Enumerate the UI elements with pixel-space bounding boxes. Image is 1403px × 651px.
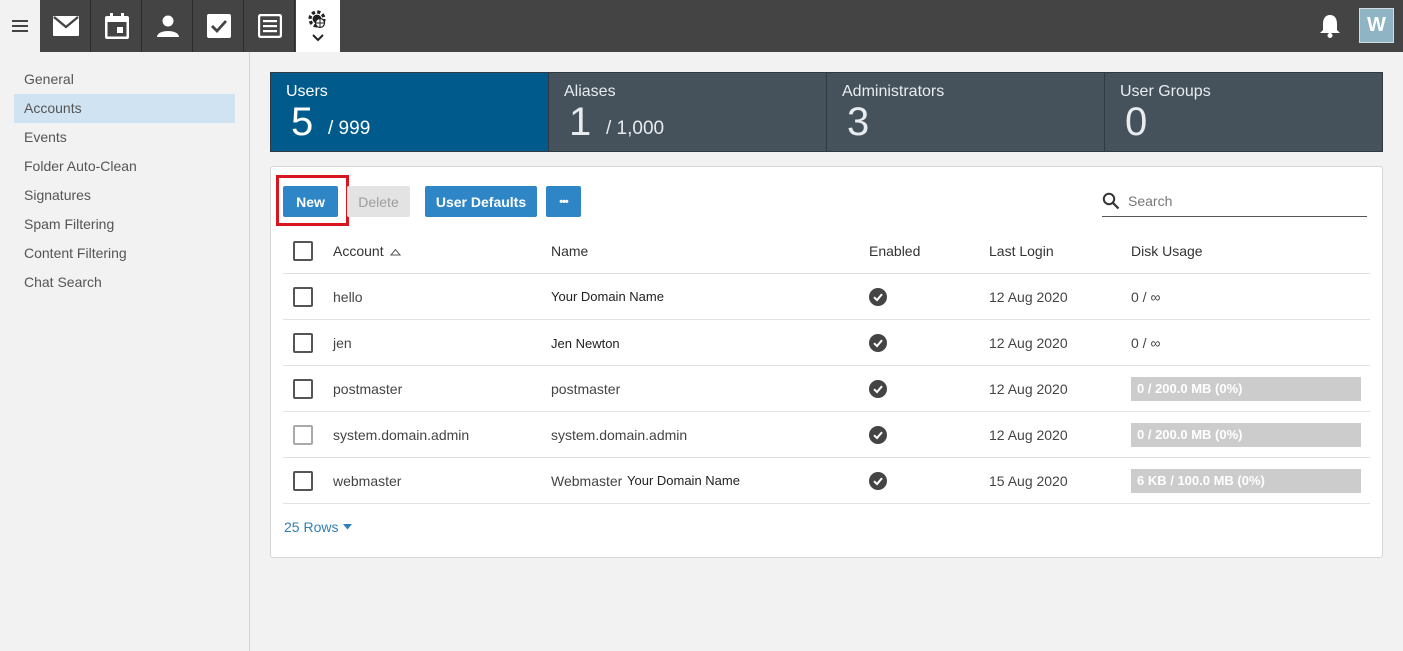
settings-icon[interactable] — [296, 0, 340, 52]
enabled-check-icon — [869, 334, 887, 352]
column-header-account-label: Account — [333, 243, 384, 259]
stat-card-user-groups[interactable]: User Groups 0 — [1105, 73, 1382, 151]
table-row[interactable]: hello Your Domain Name 12 Aug 2020 0 / ∞ — [283, 274, 1370, 320]
disk-usage-bar: 0 / 200.0 MB (0%) — [1131, 423, 1361, 447]
enabled-check-icon — [869, 472, 887, 490]
top-bar: W — [0, 0, 1403, 52]
accounts-panel: New Delete User Defaults ••• Account Nam… — [270, 166, 1383, 558]
account-cell: postmaster — [333, 381, 403, 397]
search-box[interactable] — [1102, 187, 1367, 217]
name-cell: system.domain.admin — [551, 427, 688, 443]
disk-usage-bar: 0 / 200.0 MB (0%) — [1131, 377, 1361, 401]
row-checkbox[interactable] — [293, 333, 313, 353]
sidebar-item-spam-filtering[interactable]: Spam Filtering — [14, 210, 235, 239]
last-login-cell: 12 Aug 2020 — [989, 289, 1068, 305]
table-row[interactable]: webmaster Webmaster Your Domain Name 15 … — [283, 458, 1370, 504]
name-cell: Your Domain Name — [551, 289, 664, 304]
stat-value: 0 — [1125, 100, 1148, 144]
enabled-check-icon — [869, 426, 887, 444]
table-row[interactable]: system.domain.admin system.domain.admin … — [283, 412, 1370, 458]
table-row[interactable]: jen Jen Newton 12 Aug 2020 0 / ∞ — [283, 320, 1370, 366]
stat-card-aliases[interactable]: Aliases 1 / 1,000 — [549, 73, 827, 151]
table-row[interactable]: postmaster postmaster 12 Aug 2020 0 / 20… — [283, 366, 1370, 412]
stat-max: / 1,000 — [606, 118, 665, 139]
avatar[interactable]: W — [1359, 8, 1394, 43]
stat-value: 3 — [847, 100, 870, 144]
row-checkbox[interactable] — [293, 425, 313, 445]
column-header-enabled[interactable]: Enabled — [869, 228, 920, 274]
name-extra-cell: Your Domain Name — [627, 473, 740, 488]
sidebar: General Accounts Events Folder Auto-Clea… — [0, 52, 250, 651]
stat-card-administrators[interactable]: Administrators 3 — [827, 73, 1105, 151]
disk-usage-bar: 6 KB / 100.0 MB (0%) — [1131, 469, 1361, 493]
column-header-disk-usage[interactable]: Disk Usage — [1131, 228, 1203, 274]
enabled-check-icon — [869, 288, 887, 306]
disk-usage-cell: 0 / ∞ — [1131, 289, 1161, 305]
tasks-icon[interactable] — [194, 0, 244, 52]
last-login-cell: 12 Aug 2020 — [989, 427, 1068, 443]
stat-value: 5 — [291, 100, 314, 144]
search-icon — [1102, 192, 1120, 215]
contacts-icon[interactable] — [143, 0, 193, 52]
rows-per-page-label: 25 Rows — [284, 519, 339, 535]
account-cell: webmaster — [333, 473, 402, 489]
stat-max: / 999 — [328, 118, 371, 139]
mail-icon[interactable] — [41, 0, 91, 52]
sidebar-item-accounts[interactable]: Accounts — [14, 94, 235, 123]
sidebar-item-signatures[interactable]: Signatures — [14, 181, 235, 210]
sort-ascending-icon — [390, 248, 402, 256]
last-login-cell: 12 Aug 2020 — [989, 335, 1068, 351]
more-options-button[interactable]: ••• — [546, 186, 581, 217]
disk-usage-cell: 0 / ∞ — [1131, 335, 1161, 351]
table-header: Account Name Enabled Last Login Disk Usa… — [283, 228, 1370, 274]
delete-button[interactable]: Delete — [347, 186, 410, 217]
rows-per-page-dropdown[interactable]: 25 Rows — [284, 519, 353, 535]
search-input[interactable] — [1128, 191, 1358, 211]
name-cell: postmaster — [551, 381, 621, 397]
name-cell: Webmaster — [551, 473, 623, 489]
last-login-cell: 12 Aug 2020 — [989, 381, 1068, 397]
sidebar-item-folder-auto-clean[interactable]: Folder Auto-Clean — [14, 152, 235, 181]
row-checkbox[interactable] — [293, 379, 313, 399]
row-checkbox[interactable] — [293, 471, 313, 491]
sidebar-item-general[interactable]: General — [14, 65, 235, 94]
caret-down-icon — [343, 524, 353, 530]
sidebar-item-chat-search[interactable]: Chat Search — [14, 268, 235, 297]
account-cell: system.domain.admin — [333, 427, 470, 443]
notes-icon[interactable] — [245, 0, 295, 52]
select-all-checkbox[interactable] — [293, 241, 313, 261]
column-header-last-login[interactable]: Last Login — [989, 228, 1054, 274]
bell-icon[interactable] — [1319, 14, 1343, 38]
account-cell: hello — [333, 289, 363, 305]
name-cell: Jen Newton — [551, 336, 620, 351]
last-login-cell: 15 Aug 2020 — [989, 473, 1068, 489]
stat-value: 1 — [569, 100, 592, 144]
user-defaults-button[interactable]: User Defaults — [425, 186, 537, 217]
column-header-account[interactable]: Account — [333, 228, 402, 274]
sidebar-item-events[interactable]: Events — [14, 123, 235, 152]
stat-card-users[interactable]: Users 5 / 999 — [271, 73, 549, 151]
menu-icon[interactable] — [0, 0, 40, 52]
row-checkbox[interactable] — [293, 287, 313, 307]
column-header-name[interactable]: Name — [551, 228, 588, 274]
enabled-check-icon — [869, 380, 887, 398]
account-cell: jen — [333, 335, 352, 351]
stats-cards: Users 5 / 999 Aliases 1 / 1,000 Administ… — [270, 72, 1383, 152]
calendar-icon[interactable] — [92, 0, 142, 52]
sidebar-item-content-filtering[interactable]: Content Filtering — [14, 239, 235, 268]
new-button[interactable]: New — [283, 186, 338, 217]
